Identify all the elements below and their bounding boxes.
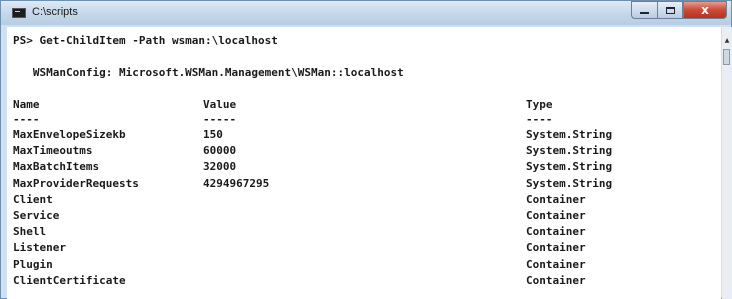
row-type: System.String xyxy=(526,128,613,141)
console-output[interactable]: PS> Get-ChildItem -Path wsman:\localhost… xyxy=(7,27,721,299)
row-name: MaxBatchItems xyxy=(13,160,100,173)
row-value: 4294967295 xyxy=(203,177,270,190)
title-bar[interactable]: C:\scripts x xyxy=(1,1,731,25)
row-type: Container xyxy=(526,209,586,222)
separator-value: ----- xyxy=(203,113,237,126)
row-type: System.String xyxy=(526,144,613,157)
separator-name: ---- xyxy=(13,113,40,126)
row-name: Plugin xyxy=(13,258,53,271)
row-value: 150 xyxy=(203,128,223,141)
close-icon: x xyxy=(701,3,709,17)
scroll-thumb[interactable] xyxy=(723,49,730,65)
minimize-icon xyxy=(640,12,649,14)
minimize-button[interactable] xyxy=(631,1,657,19)
row-type: Container xyxy=(526,241,586,254)
row-name: Shell xyxy=(13,225,47,238)
row-type: System.String xyxy=(526,177,613,190)
container-header: WSManConfig: Microsoft.WSMan.Management\… xyxy=(13,66,404,79)
row-type: Container xyxy=(526,193,586,206)
window-title: C:\scripts xyxy=(32,6,78,18)
column-header-type: Type xyxy=(526,98,553,111)
console-window: C:\scripts x PS> Get-ChildItem -Path wsm… xyxy=(0,0,732,299)
row-name: Service xyxy=(13,209,60,222)
row-name: MaxTimeoutms xyxy=(13,144,93,157)
row-type: Container xyxy=(526,225,586,238)
row-name: Client xyxy=(13,193,53,206)
close-button[interactable]: x xyxy=(683,1,727,19)
row-type: Container xyxy=(526,258,586,271)
command-line: PS> Get-ChildItem -Path wsman:\localhost xyxy=(13,34,278,47)
row-value: 32000 xyxy=(203,160,237,173)
row-value: 60000 xyxy=(203,144,237,157)
row-type: System.String xyxy=(526,160,613,173)
maximize-button[interactable] xyxy=(657,1,683,19)
column-header-name: Name xyxy=(13,98,40,111)
console-app-icon[interactable] xyxy=(12,8,26,18)
row-name: ClientCertificate xyxy=(13,274,126,287)
row-name: Listener xyxy=(13,241,66,254)
maximize-icon xyxy=(665,6,675,14)
scroll-up-arrow-icon[interactable]: ▲ xyxy=(722,37,732,45)
row-name: MaxProviderRequests xyxy=(13,177,139,190)
row-type: Container xyxy=(526,274,586,287)
caption-buttons: x xyxy=(631,1,727,19)
separator-type: ---- xyxy=(526,113,553,126)
row-name: MaxEnvelopeSizekb xyxy=(13,128,126,141)
vertical-scrollbar[interactable]: ▲ xyxy=(722,27,732,299)
column-header-value: Value xyxy=(203,98,237,111)
